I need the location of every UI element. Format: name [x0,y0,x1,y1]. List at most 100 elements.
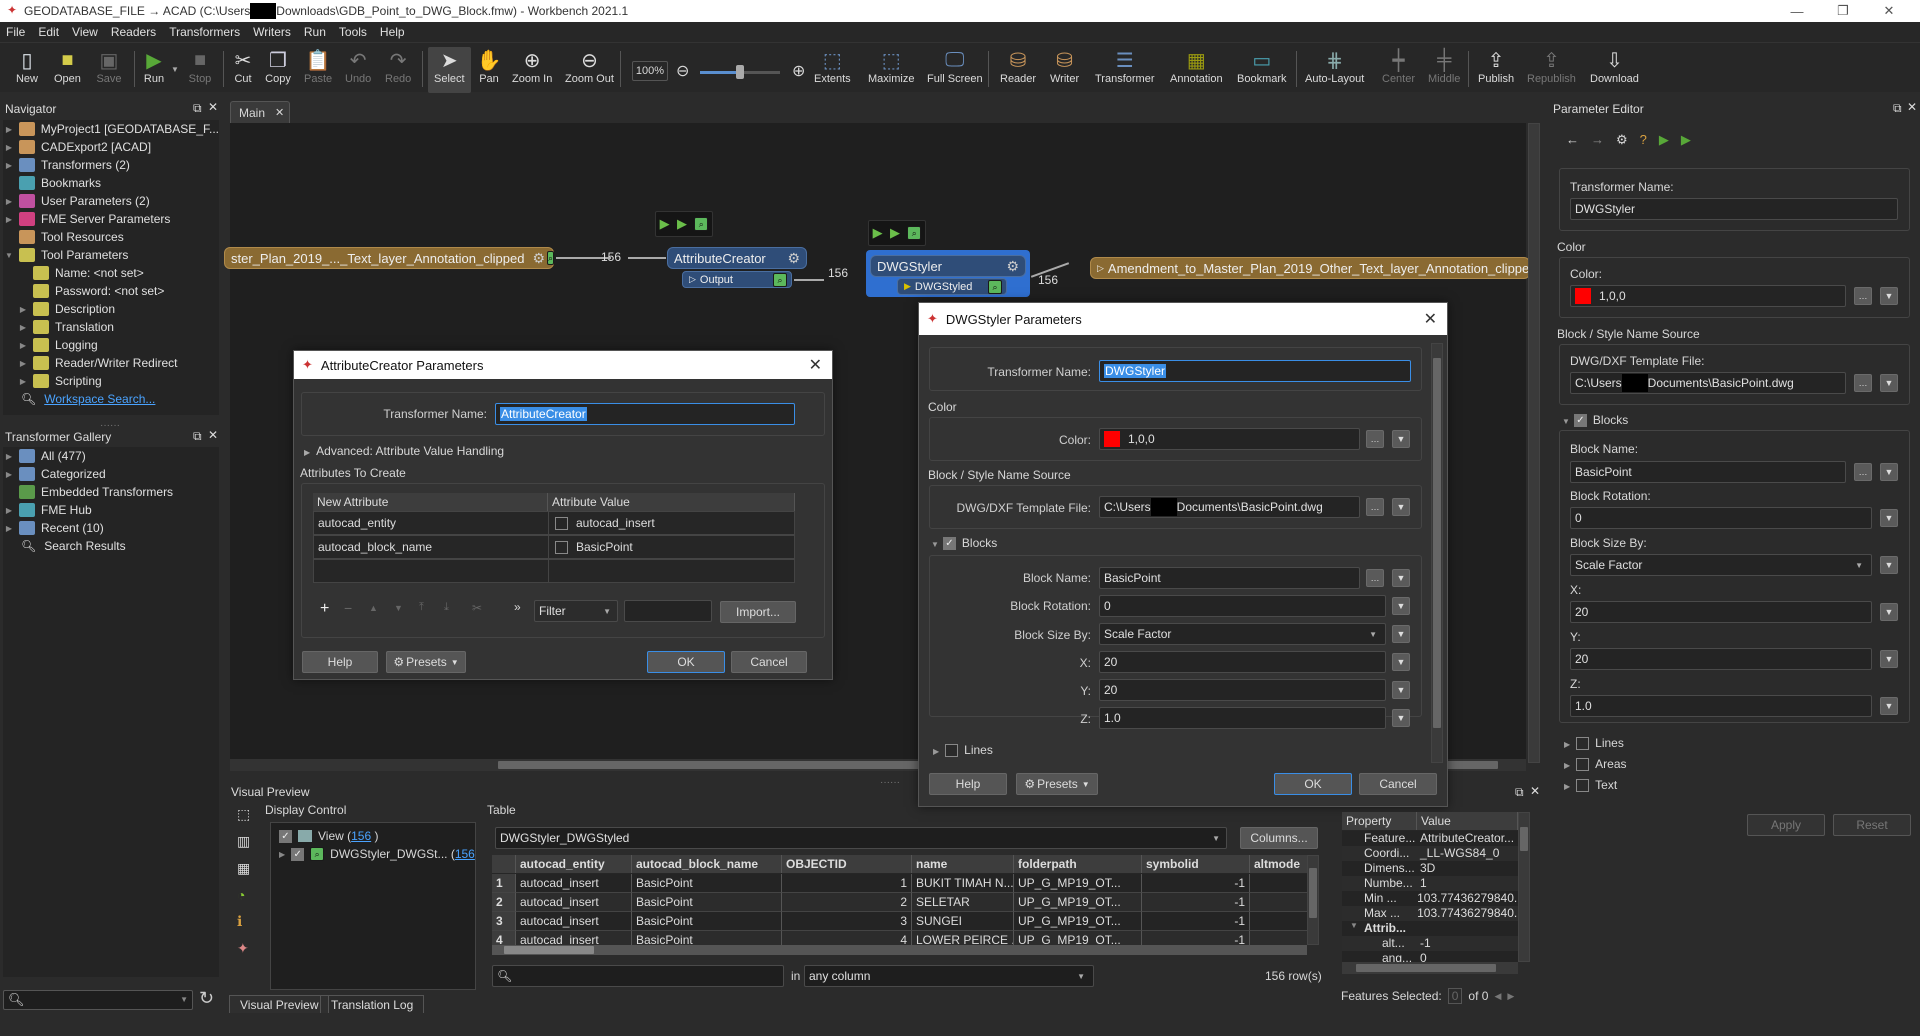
open-button[interactable]: ■ Open [54,47,81,93]
zoom-level-field[interactable]: 100% [632,61,668,81]
property-row[interactable]: ang... 0 [1342,951,1518,962]
expand-arrow-icon[interactable]: ▶ [3,143,15,152]
import-button[interactable]: Import... [720,601,796,623]
z-input[interactable]: 1.0 [1099,707,1386,729]
table-cell[interactable]: autocad_insert [516,893,632,912]
color-picker-button[interactable]: … [1366,430,1384,448]
center-button[interactable]: ┿ Center [1382,47,1415,93]
table-column-header[interactable]: folderpath [1014,855,1142,873]
table-column-header[interactable]: name [912,855,1014,873]
expand-arrow-icon[interactable]: ▶ [17,341,29,350]
color-menu-button[interactable]: ▼ [1392,430,1410,448]
menu-view[interactable]: View [72,25,98,39]
property-row[interactable]: Feature... AttributeCreator... [1342,831,1518,846]
expand-arrow-icon[interactable]: ▶ [279,850,285,859]
expand-arrow-icon[interactable]: ▶ [17,323,29,332]
ok-button[interactable]: OK [1274,773,1352,795]
gallery-close-icon[interactable]: ✕ [208,428,218,442]
pe-color-input[interactable]: 1,0,0 [1570,285,1846,307]
y-input[interactable]: 20 [1099,679,1386,701]
publish-button[interactable]: ⇪ Publish [1478,47,1514,93]
row-number[interactable]: 3 [492,912,516,931]
expand-arrow-icon[interactable]: ▶ [17,359,29,368]
republish-button[interactable]: ⇪ Republish [1527,47,1576,93]
property-row[interactable]: Coordi... _LL-WGS84_0 [1342,846,1518,861]
save-button[interactable]: ▣ Save [96,47,122,93]
value-editor-icon[interactable] [555,516,568,530]
gear-icon[interactable]: ⚙ [1006,258,1019,275]
pe-z-input[interactable]: 1.0 [1570,695,1872,717]
table-cell[interactable]: autocad_insert [516,931,632,945]
inspector-icon[interactable]: ✦ [237,940,250,957]
attribute-value-cell[interactable]: BasicPoint [548,535,795,559]
close-button[interactable]: ✕ [1866,0,1912,22]
inspect-icon[interactable]: ⌕ [907,226,922,240]
tool-parameter-item[interactable]: ▶ Reader/Writer Redirect [3,354,219,372]
properties-horizontal-scrollbar[interactable] [1342,962,1518,974]
table-cell[interactable]: autocad_insert [516,912,632,931]
tab-main[interactable]: Main ✕ [230,101,290,123]
blocks-checkbox[interactable]: ✓ [942,537,956,551]
expand-arrow-icon[interactable]: ▶ [3,215,15,224]
block-name-browse-button[interactable]: … [1366,569,1384,587]
expand-arrow-icon[interactable]: ▶ [3,161,15,170]
filter-text-input[interactable] [624,600,712,622]
gear-icon[interactable]: ⚙ [532,250,545,267]
pe-block-size-select[interactable]: Scale Factor ▼ [1570,554,1872,576]
ok-button[interactable]: OK [647,651,725,673]
table-cell[interactable]: -1 [1250,931,1307,945]
dwgstyled-port[interactable]: ▶ DWGStyled ⌕ [897,278,1007,295]
tool-parameter-item[interactable]: ▶ Logging [3,336,219,354]
pe-areas-checkbox[interactable] [1576,758,1590,772]
restore-button[interactable]: ❐ [1820,0,1866,22]
pe-template-input[interactable]: C:\Users Documents\BasicPoint.dwg [1570,372,1846,394]
table-cell[interactable]: -1 [1142,874,1250,893]
collapse-arrow-icon[interactable]: ▼ [1350,921,1358,930]
table-cell[interactable]: -1 [1250,893,1307,912]
navigator-item[interactable]: ▶ CADExport2 [ACAD] [3,138,219,156]
table-cell[interactable]: BasicPoint [632,912,782,931]
table-cell[interactable]: BasicPoint [632,893,782,912]
workspace-search-row[interactable]: 🔍︎ Workspace Search... [3,390,219,408]
table-cell[interactable]: 1 [782,874,912,893]
gallery-item[interactable]: ▶ All (477) [3,447,219,465]
table-cell[interactable]: BUKIT TIMAH N... [912,874,1014,893]
row-number[interactable]: 4 [492,931,516,945]
cut-row-icon[interactable]: ✂ [472,601,482,615]
view-checkbox[interactable]: ✓ [279,829,292,843]
expand-arrow-icon[interactable]: ▶ [3,506,15,515]
property-row[interactable]: alt... -1 [1342,936,1518,951]
gallery-float-icon[interactable]: ⧉ [193,429,202,444]
move-bottom-icon[interactable]: ⤓ [444,601,449,614]
pe-color-menu-button[interactable]: ▼ [1880,287,1898,305]
back-arrow-icon[interactable]: ← [1566,132,1579,148]
property-header[interactable]: Property [1342,812,1417,830]
presets-icon[interactable]: ⚙ [1616,132,1628,148]
run-from-this-icon[interactable]: ▶ [1681,132,1691,148]
layer-row[interactable]: ▶ ✓ ⌕ DWGStyler_DWGSt... (156 [279,847,475,861]
x-input[interactable]: 20 [1099,651,1386,673]
add-row-icon[interactable]: + [320,600,329,618]
navigator-item[interactable]: Bookmarks [3,174,219,192]
menu-help[interactable]: Help [380,25,405,39]
pe-block-size-menu[interactable]: ▼ [1880,556,1898,574]
pe-lines-checkbox[interactable] [1576,737,1590,751]
reset-button[interactable]: Reset [1833,814,1911,836]
run-from-this-icon[interactable]: ▶ [890,225,900,241]
attribute-name-cell[interactable]: autocad_block_name [313,535,549,559]
gear-icon[interactable]: ⚙ [787,250,800,267]
pe-block-name-browse[interactable]: … [1854,463,1872,481]
transformer-name-input[interactable]: AttributeCreator [495,403,795,425]
pe-lines-toggle[interactable]: ▶ Lines [1564,736,1624,751]
full-screen-button[interactable]: 🖵 Full Screen [927,47,983,93]
attribute-name-cell[interactable]: autocad_entity [313,511,549,535]
attribute-value-cell[interactable]: autocad_insert [548,511,795,535]
navigator-item[interactable]: Tool Resources [3,228,219,246]
search-column-select[interactable]: any column ▼ [804,965,1094,987]
output-port[interactable]: ▷ Output ⌕ [682,271,792,288]
add-transformer-button[interactable]: ☰ Transformer [1095,47,1155,93]
pe-transformer-name-input[interactable]: DWGStyler [1570,198,1898,220]
properties-scrollbar[interactable] [1518,812,1530,962]
table-cell[interactable]: UP_G_MP19_OT... [1014,912,1142,931]
extents-button[interactable]: ⬚ Extents [814,47,851,93]
